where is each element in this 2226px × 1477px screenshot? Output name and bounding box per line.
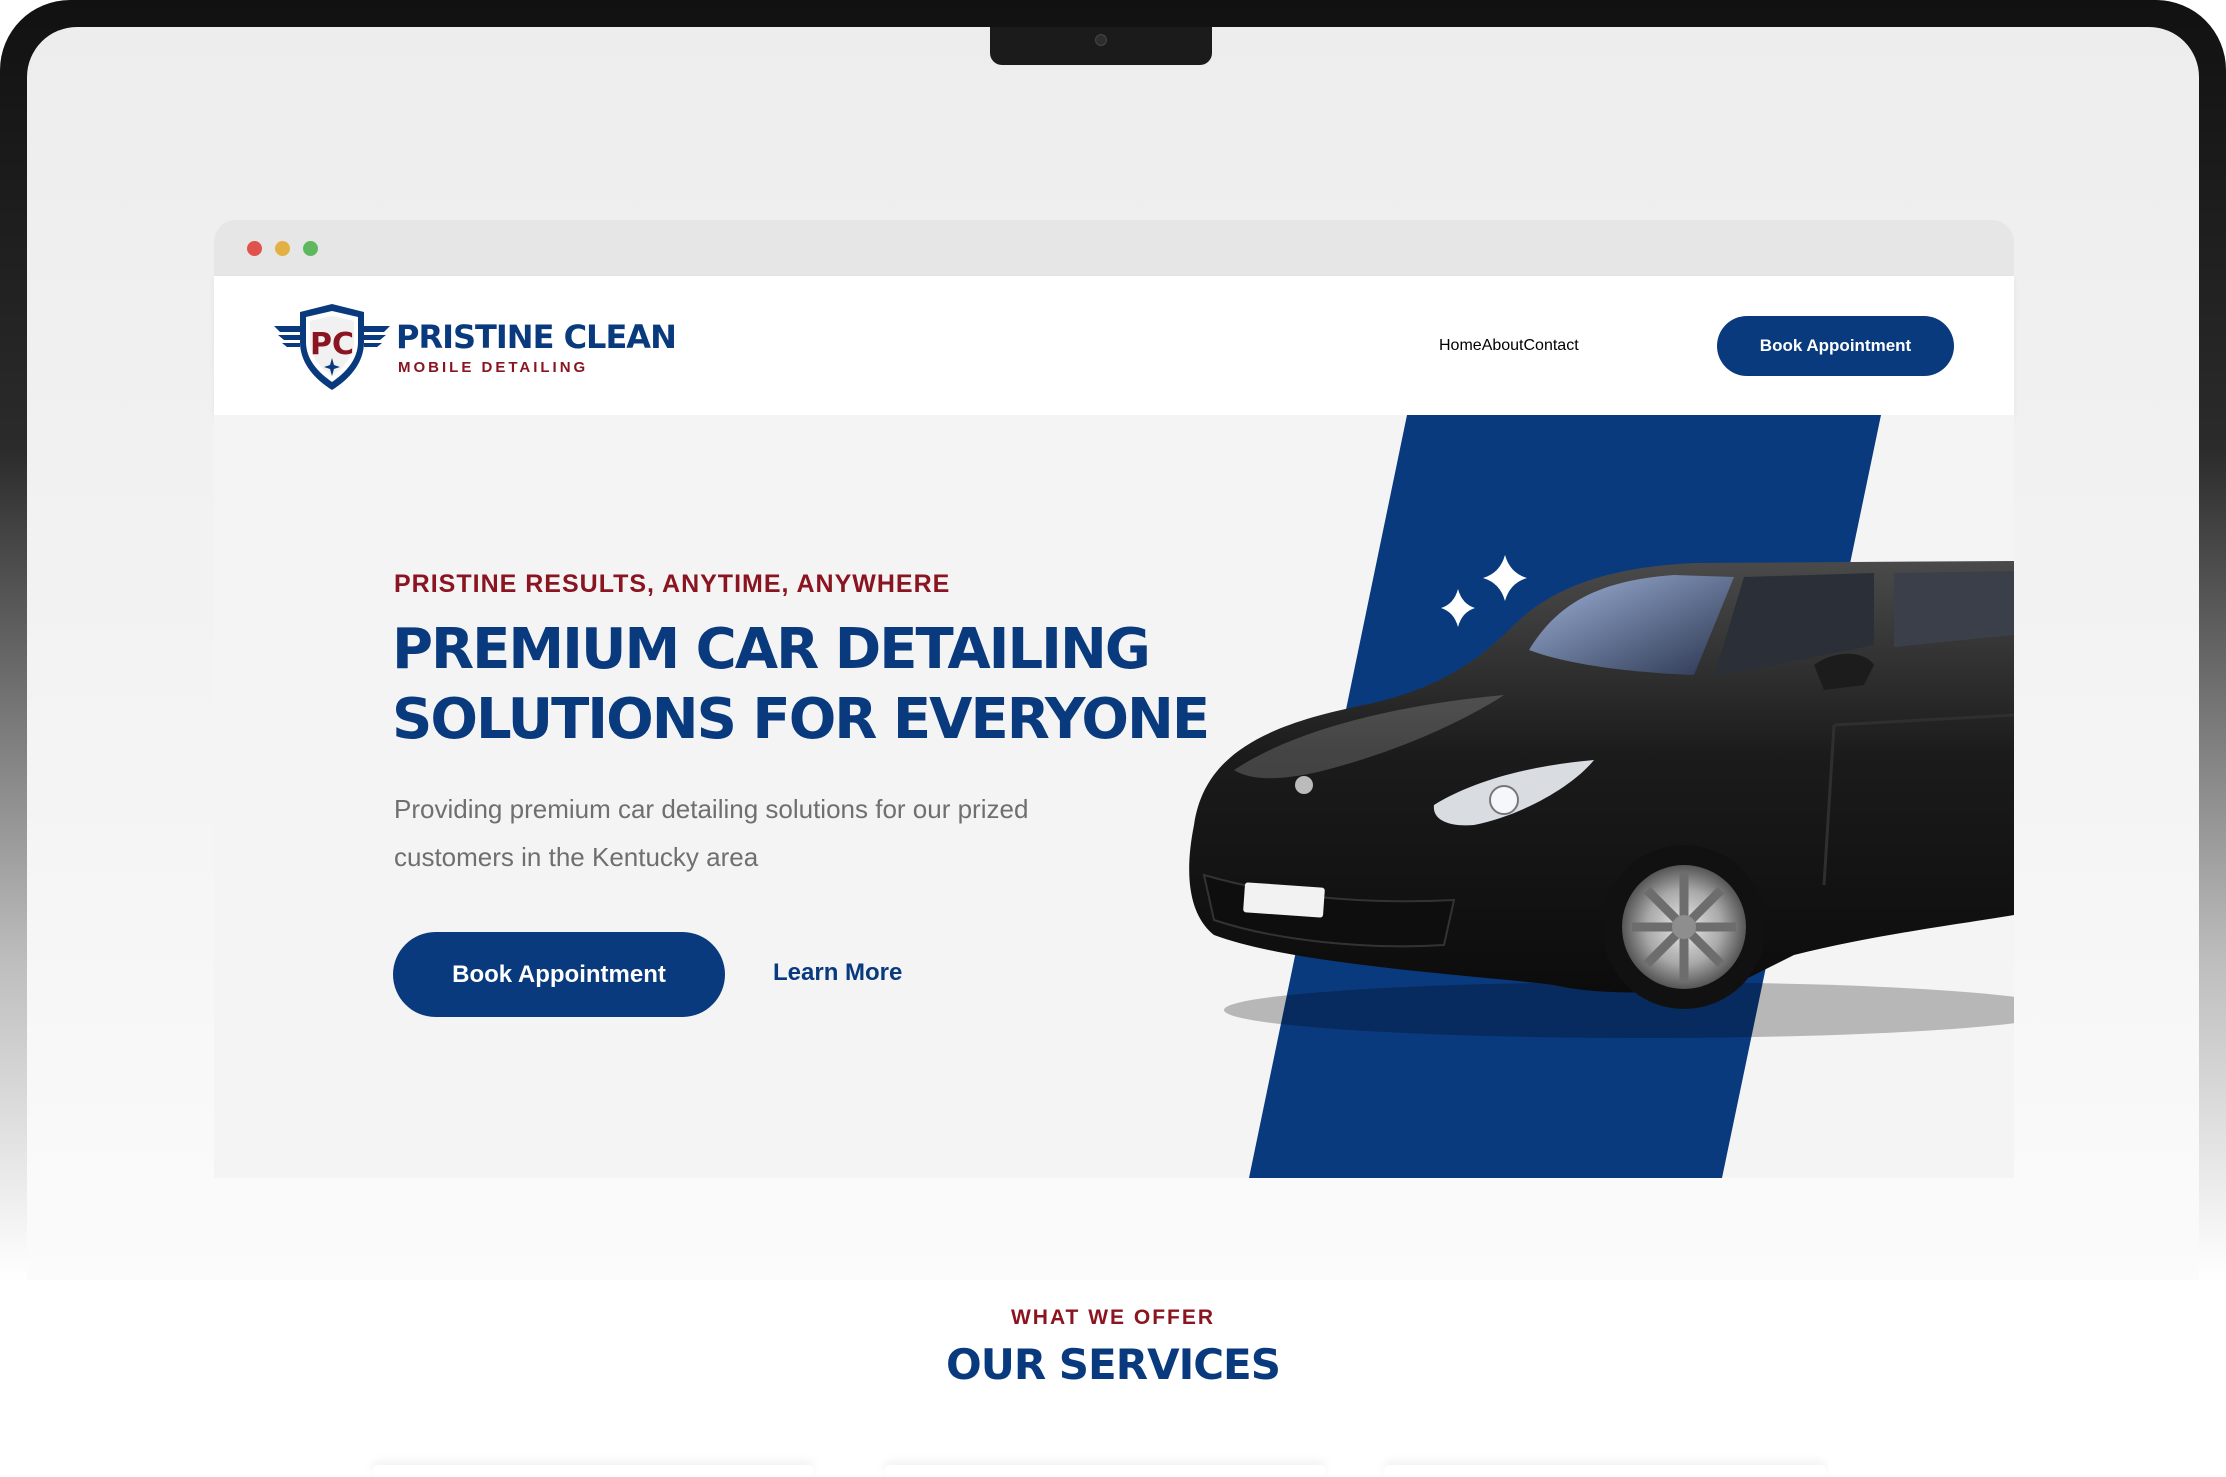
hero-learn-more-link[interactable]: Learn More (773, 959, 902, 987)
service-card (1384, 1465, 1826, 1477)
hero-section: PRISTINE RESULTS, ANYTIME, ANYWHERE PREM… (214, 415, 2014, 1178)
window-maximize-dot[interactable] (303, 241, 318, 256)
hero-headline-line-2: SOLUTIONS FOR EVERYONE (392, 687, 1210, 752)
nav-about[interactable]: About (1482, 337, 1524, 355)
camera-icon (1095, 34, 1107, 46)
nav-home[interactable]: Home (1439, 337, 1482, 355)
laptop-notch (990, 27, 1212, 65)
brand-logo[interactable]: PC PRISTINE CLEAN MOBILE DETAILING (272, 302, 677, 392)
site-header: PC PRISTINE CLEAN MOBILE DETAILING Home … (214, 276, 2014, 415)
nav-contact[interactable]: Contact (1524, 337, 1579, 355)
header-book-appointment-button[interactable]: Book Appointment (1717, 316, 1954, 376)
hero-car-image (1189, 561, 2014, 1038)
hero-eyebrow: PRISTINE RESULTS, ANYTIME, ANYWHERE (394, 570, 951, 598)
hero-book-appointment-button[interactable]: Book Appointment (393, 932, 725, 1017)
shield-logo-icon: PC (274, 304, 390, 390)
hero-subtext: Providing premium car detailing solution… (394, 794, 1029, 872)
browser-window: PC PRISTINE CLEAN MOBILE DETAILING Home … (214, 220, 2014, 1178)
service-card (372, 1465, 814, 1477)
brand-tagline: MOBILE DETAILING (398, 359, 589, 376)
service-card (884, 1465, 1326, 1477)
browser-title-bar (214, 220, 2014, 276)
hero-headline: PREMIUM CAR DETAILING SOLUTIONS FOR EVER… (392, 615, 1210, 755)
services-title: OUR SERVICES (946, 1340, 1281, 1389)
brand-name: PRISTINE CLEAN (396, 318, 677, 356)
svg-text:PC: PC (310, 327, 354, 362)
main-nav: Home About Contact (1439, 276, 1579, 415)
window-close-dot[interactable] (247, 241, 262, 256)
hero-headline-line-1: PREMIUM CAR DETAILING (392, 617, 1151, 682)
window-minimize-dot[interactable] (275, 241, 290, 256)
services-eyebrow: WHAT WE OFFER (1010, 1306, 1216, 1329)
